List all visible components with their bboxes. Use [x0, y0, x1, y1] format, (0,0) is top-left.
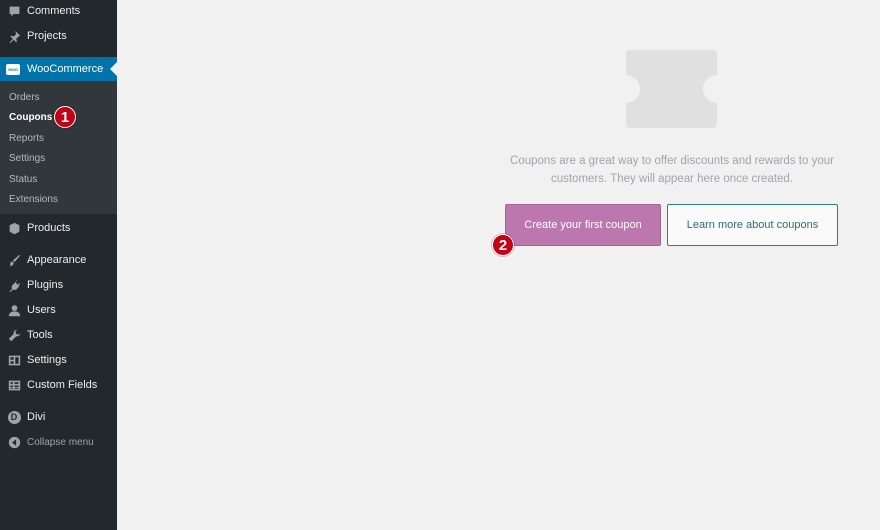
menu-item-products[interactable]: Products: [0, 219, 117, 237]
menu-item-woocommerce[interactable]: WOO WooCommerce: [0, 57, 117, 81]
collapse-menu-button[interactable]: Collapse menu: [0, 433, 117, 451]
menu-item-label: Tools: [27, 329, 53, 341]
menu-item-label: Custom Fields: [27, 379, 98, 391]
submenu-item-coupons[interactable]: Coupons: [9, 112, 52, 123]
menu-item-users[interactable]: Users: [0, 301, 117, 319]
menu-item-label: Comments: [27, 5, 81, 17]
step-badge-2: 2: [492, 234, 514, 256]
comments-icon: [7, 4, 21, 18]
menu-item-divi[interactable]: D Divi: [0, 408, 117, 426]
woocommerce-submenu: Orders Coupons Reports Settings Status E…: [0, 81, 117, 214]
menu-item-label: Collapse menu: [27, 436, 94, 448]
menu-item-label: Plugins: [27, 279, 64, 291]
menu-item-label: Products: [27, 222, 71, 234]
divi-icon: D: [7, 410, 21, 424]
box-icon: [7, 221, 21, 235]
submenu-item-extensions[interactable]: Extensions: [9, 194, 58, 205]
menu-item-label: Users: [27, 304, 56, 316]
step-badge-1: 1: [54, 106, 76, 128]
menu-item-label: Divi: [27, 411, 46, 423]
submenu-item-reports[interactable]: Reports: [9, 133, 44, 144]
menu-item-custom-fields[interactable]: Custom Fields: [0, 376, 117, 394]
empty-state-message: Coupons are a great way to offer discoun…: [510, 155, 834, 185]
collapse-arrow-icon: [7, 435, 21, 449]
menu-item-appearance[interactable]: Appearance: [0, 251, 117, 269]
submenu-item-settings[interactable]: Settings: [9, 153, 45, 164]
woocommerce-icon: WOO: [6, 63, 20, 75]
menu-item-label: Settings: [27, 354, 67, 366]
plug-icon: [7, 278, 21, 292]
pin-icon: [7, 29, 21, 43]
learn-more-coupons-button[interactable]: Learn more about coupons: [667, 204, 838, 246]
menu-item-tools[interactable]: Tools: [0, 326, 117, 344]
wrench-icon: [7, 328, 21, 342]
table-icon: [7, 378, 21, 392]
menu-item-comments[interactable]: Comments: [0, 2, 117, 20]
submenu-item-orders[interactable]: Orders: [9, 92, 40, 103]
menu-item-projects[interactable]: Projects: [0, 27, 117, 45]
menu-item-label: WooCommerce: [27, 63, 104, 75]
create-first-coupon-button[interactable]: Create your first coupon: [505, 204, 661, 246]
coupon-ticket-icon: [626, 50, 717, 128]
paintbrush-icon: [7, 253, 21, 267]
user-icon: [7, 303, 21, 317]
admin-sidebar: Comments Projects WOO WooCommerce Orders…: [0, 0, 117, 530]
menu-item-label: Projects: [27, 30, 67, 42]
menu-item-plugins[interactable]: Plugins: [0, 276, 117, 294]
submenu-item-status[interactable]: Status: [9, 174, 37, 185]
menu-item-label: Appearance: [27, 254, 87, 266]
settings-sliders-icon: [7, 353, 21, 367]
menu-item-settings[interactable]: Settings: [0, 351, 117, 369]
